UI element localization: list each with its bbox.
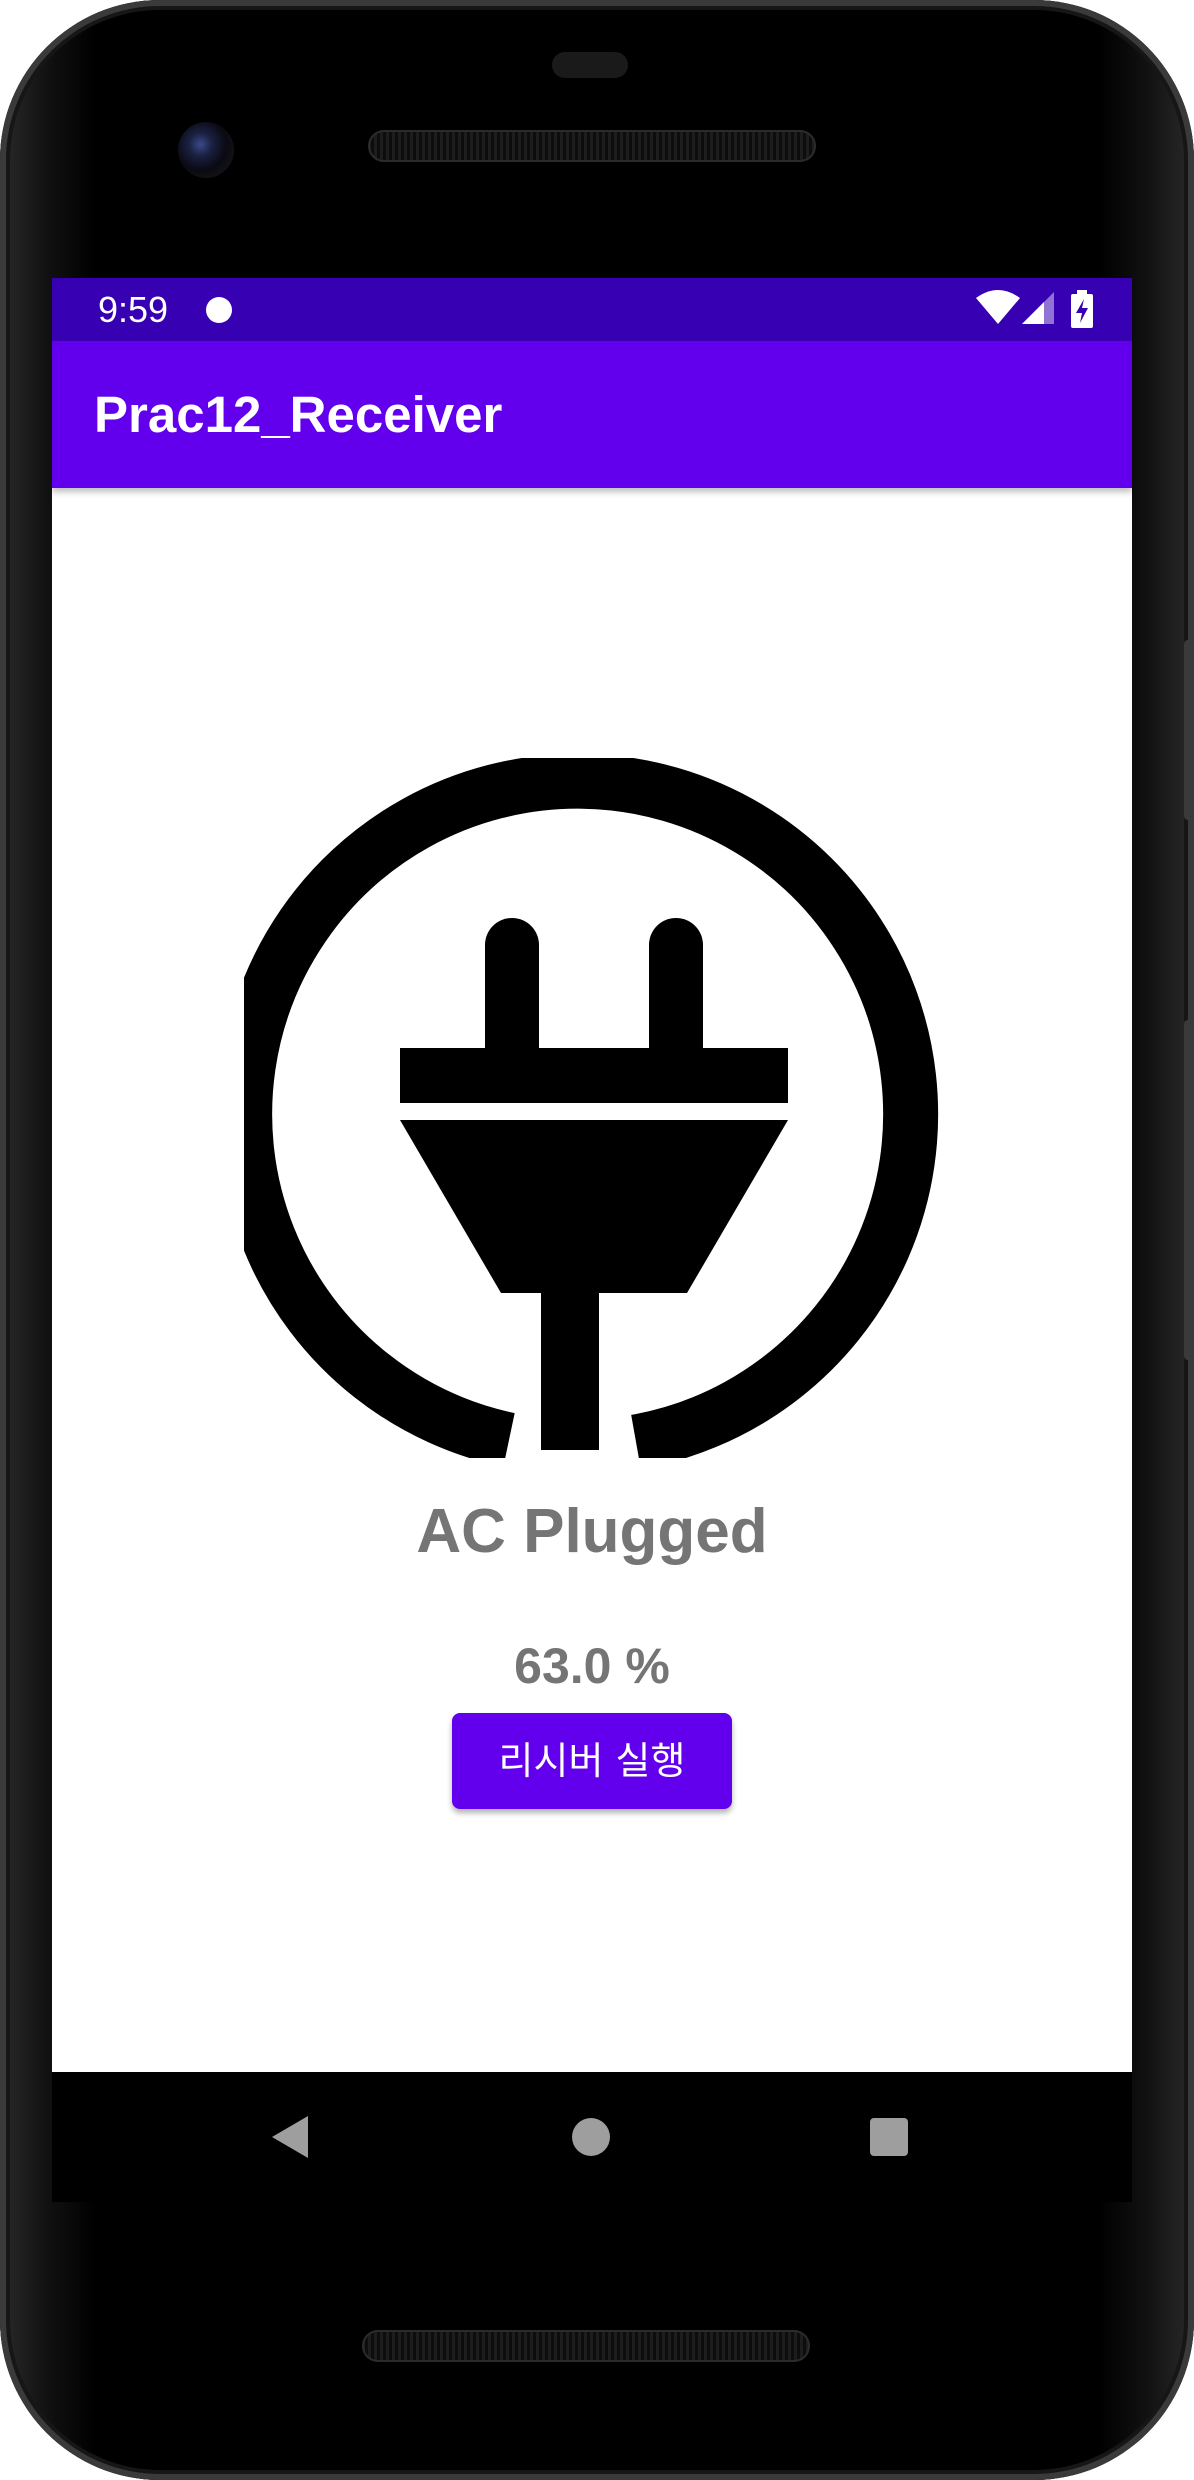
device-frame: 9:59 Prac12_Receiver AC Plugged 63.0 % 리… (0, 0, 1194, 2480)
battery-level-text: 63.0 % (514, 1638, 670, 1694)
navigation-bar (52, 2072, 1132, 2202)
front-camera (178, 122, 234, 178)
volume-button (1184, 1020, 1194, 1360)
proximity-sensor (552, 52, 628, 78)
recents-icon[interactable] (870, 2118, 908, 2156)
home-icon[interactable] (572, 2118, 610, 2156)
app-bar: Prac12_Receiver (52, 341, 1132, 488)
cell-signal-icon (1022, 290, 1056, 331)
charge-status-text: AC Plugged (416, 1497, 768, 1566)
status-time: 9:59 (98, 289, 169, 330)
power-plug-icon (217, 753, 944, 1470)
screen: 9:59 Prac12_Receiver AC Plugged 63.0 % 리… (52, 278, 1132, 2072)
app-title: Prac12_Receiver (94, 386, 503, 443)
status-icons (976, 290, 1096, 330)
back-icon[interactable] (272, 2116, 308, 2158)
bottom-speaker (362, 2330, 810, 2362)
status-bar: 9:59 (52, 278, 1132, 341)
notification-dot-icon (206, 297, 232, 323)
wifi-icon (976, 290, 1020, 331)
top-speaker (368, 130, 816, 162)
power-button (1184, 640, 1194, 820)
run-receiver-button[interactable]: 리시버 실행 (452, 1713, 732, 1809)
battery-charging-icon (1070, 290, 1094, 333)
